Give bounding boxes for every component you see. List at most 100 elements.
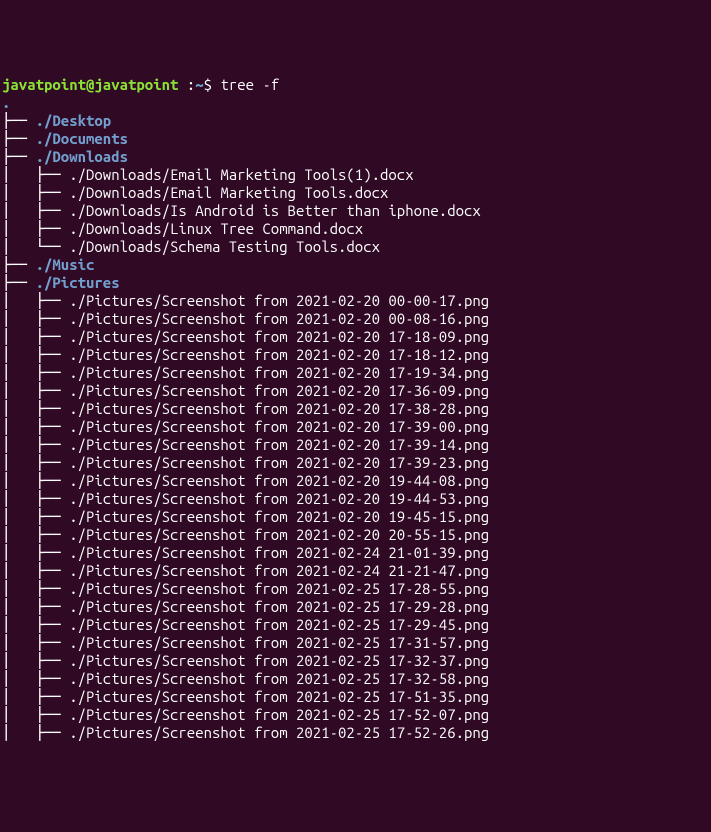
- file-name: ./Pictures/Screenshot from 2021-02-25 17…: [69, 598, 489, 615]
- dir-music: ./Music: [36, 256, 95, 273]
- tree-branch: │ ├──: [2, 346, 69, 363]
- prompt-line[interactable]: javatpoint@javatpoint :~$ tree -f: [2, 76, 279, 93]
- tree-row-file: │ ├── ./Pictures/Screenshot from 2021-02…: [2, 490, 489, 507]
- tree-row-file: │ ├── ./Pictures/Screenshot from 2021-02…: [2, 706, 489, 723]
- tree-row-dir: ├── ./Documents: [2, 130, 128, 147]
- tree-row-file: │ ├── ./Pictures/Screenshot from 2021-02…: [2, 580, 489, 597]
- file-name: ./Pictures/Screenshot from 2021-02-20 17…: [69, 436, 489, 453]
- tree-branch: │ ├──: [2, 202, 69, 219]
- file-name: ./Pictures/Screenshot from 2021-02-20 00…: [69, 310, 489, 327]
- tree-branch: │ ├──: [2, 670, 69, 687]
- tree-row-file: │ ├── ./Downloads/Is Android is Better t…: [2, 202, 481, 219]
- tree-row-file: │ ├── ./Pictures/Screenshot from 2021-02…: [2, 454, 489, 471]
- tree-row-file: │ ├── ./Pictures/Screenshot from 2021-02…: [2, 472, 489, 489]
- tree-row-file: │ ├── ./Pictures/Screenshot from 2021-02…: [2, 688, 489, 705]
- file-name: ./Pictures/Screenshot from 2021-02-25 17…: [69, 616, 489, 633]
- tree-row-file: │ ├── ./Downloads/Email Marketing Tools.…: [2, 184, 388, 201]
- file-name: ./Pictures/Screenshot from 2021-02-25 17…: [69, 706, 489, 723]
- tree-row-file: │ ├── ./Pictures/Screenshot from 2021-02…: [2, 616, 489, 633]
- tree-row-dir: ├── ./Pictures: [2, 274, 120, 291]
- file-name: ./Pictures/Screenshot from 2021-02-20 17…: [69, 400, 489, 417]
- prompt-path: ~: [195, 76, 203, 93]
- command-text: tree -f: [220, 76, 279, 93]
- tree-row-file: │ ├── ./Pictures/Screenshot from 2021-02…: [2, 670, 489, 687]
- dir-downloads: ./Downloads: [36, 148, 128, 165]
- tree-row-file: │ ├── ./Pictures/Screenshot from 2021-02…: [2, 724, 489, 741]
- file-name: ./Pictures/Screenshot from 2021-02-25 17…: [69, 724, 489, 741]
- file-name: ./Downloads/Email Marketing Tools(1).doc…: [69, 166, 413, 183]
- tree-row-file: │ ├── ./Pictures/Screenshot from 2021-02…: [2, 292, 489, 309]
- file-name: ./Downloads/Email Marketing Tools.docx: [69, 184, 388, 201]
- tree-row-file: │ ├── ./Pictures/Screenshot from 2021-02…: [2, 598, 489, 615]
- tree-branch: │ ├──: [2, 634, 69, 651]
- dir-documents: ./Documents: [36, 130, 128, 147]
- tree-row-file: │ ├── ./Pictures/Screenshot from 2021-02…: [2, 508, 489, 525]
- terminal-output: javatpoint@javatpoint :~$ tree -f . ├── …: [2, 76, 709, 742]
- file-name: ./Pictures/Screenshot from 2021-02-20 17…: [69, 382, 489, 399]
- tree-row-file: │ ├── ./Downloads/Email Marketing Tools(…: [2, 166, 414, 183]
- prompt-suffix: $: [204, 76, 221, 93]
- file-name: ./Downloads/Is Android is Better than ip…: [69, 202, 481, 219]
- tree-row-file: │ ├── ./Pictures/Screenshot from 2021-02…: [2, 544, 489, 561]
- file-name: ./Downloads/Schema Testing Tools.docx: [69, 238, 380, 255]
- tree-branch: │ ├──: [2, 166, 69, 183]
- tree-branch: │ ├──: [2, 724, 69, 741]
- file-name: ./Pictures/Screenshot from 2021-02-20 17…: [69, 454, 489, 471]
- prompt-user-host: javatpoint@javatpoint: [2, 76, 178, 93]
- file-name: ./Pictures/Screenshot from 2021-02-24 21…: [69, 544, 489, 561]
- tree-row-file: │ ├── ./Pictures/Screenshot from 2021-02…: [2, 382, 489, 399]
- dir-pictures: ./Pictures: [36, 274, 120, 291]
- tree-branch: │ ├──: [2, 562, 69, 579]
- tree-branch: │ ├──: [2, 292, 69, 309]
- tree-row-file: │ ├── ./Pictures/Screenshot from 2021-02…: [2, 652, 489, 669]
- tree-branch: │ ├──: [2, 364, 69, 381]
- tree-branch: │ ├──: [2, 472, 69, 489]
- tree-branch: │ ├──: [2, 400, 69, 417]
- tree-row-file: │ └── ./Downloads/Schema Testing Tools.d…: [2, 238, 380, 255]
- tree-row-file: │ ├── ./Pictures/Screenshot from 2021-02…: [2, 310, 489, 327]
- file-name: ./Pictures/Screenshot from 2021-02-25 17…: [69, 688, 489, 705]
- tree-branch: │ ├──: [2, 310, 69, 327]
- tree-branch: │ ├──: [2, 184, 69, 201]
- tree-row-file: │ ├── ./Pictures/Screenshot from 2021-02…: [2, 436, 489, 453]
- downloads-file-list: │ ├── ./Downloads/Email Marketing Tools(…: [2, 166, 481, 255]
- file-name: ./Pictures/Screenshot from 2021-02-20 20…: [69, 526, 489, 543]
- file-name: ./Pictures/Screenshot from 2021-02-25 17…: [69, 652, 489, 669]
- file-name: ./Pictures/Screenshot from 2021-02-25 17…: [69, 580, 489, 597]
- tree-branch: │ ├──: [2, 490, 69, 507]
- tree-branch: │ ├──: [2, 382, 69, 399]
- file-name: ./Pictures/Screenshot from 2021-02-20 19…: [69, 472, 489, 489]
- pictures-file-list: │ ├── ./Pictures/Screenshot from 2021-02…: [2, 292, 489, 741]
- tree-branch: │ ├──: [2, 328, 69, 345]
- tree-branch: │ ├──: [2, 220, 69, 237]
- tree-row-file: │ ├── ./Pictures/Screenshot from 2021-02…: [2, 364, 489, 381]
- tree-branch: │ ├──: [2, 688, 69, 705]
- file-name: ./Pictures/Screenshot from 2021-02-20 17…: [69, 328, 489, 345]
- file-name: ./Pictures/Screenshot from 2021-02-20 17…: [69, 346, 489, 363]
- tree-row-file: │ ├── ./Pictures/Screenshot from 2021-02…: [2, 526, 489, 543]
- file-name: ./Pictures/Screenshot from 2021-02-20 19…: [69, 490, 489, 507]
- file-name: ./Pictures/Screenshot from 2021-02-20 00…: [69, 292, 489, 309]
- dir-desktop: ./Desktop: [36, 112, 112, 129]
- tree-row-file: │ ├── ./Pictures/Screenshot from 2021-02…: [2, 562, 489, 579]
- tree-branch: │ ├──: [2, 580, 69, 597]
- file-name: ./Pictures/Screenshot from 2021-02-24 21…: [69, 562, 489, 579]
- tree-row-file: │ ├── ./Downloads/Linux Tree Command.doc…: [2, 220, 363, 237]
- file-name: ./Pictures/Screenshot from 2021-02-20 19…: [69, 508, 489, 525]
- tree-row-file: │ ├── ./Pictures/Screenshot from 2021-02…: [2, 346, 489, 363]
- tree-row-dir: ├── ./Music: [2, 256, 94, 273]
- tree-branch: │ ├──: [2, 652, 69, 669]
- tree-branch: │ ├──: [2, 508, 69, 525]
- tree-branch: │ ├──: [2, 454, 69, 471]
- tree-row-dir: ├── ./Desktop: [2, 112, 111, 129]
- tree-branch: │ ├──: [2, 598, 69, 615]
- file-name: ./Pictures/Screenshot from 2021-02-20 17…: [69, 364, 489, 381]
- tree-row-file: │ ├── ./Pictures/Screenshot from 2021-02…: [2, 328, 489, 345]
- file-name: ./Downloads/Linux Tree Command.docx: [69, 220, 363, 237]
- tree-row-file: │ ├── ./Pictures/Screenshot from 2021-02…: [2, 634, 489, 651]
- tree-branch: │ ├──: [2, 418, 69, 435]
- tree-branch: │ ├──: [2, 616, 69, 633]
- tree-branch: │ ├──: [2, 706, 69, 723]
- prompt-colon: :: [178, 76, 195, 93]
- tree-branch: │ └──: [2, 238, 69, 255]
